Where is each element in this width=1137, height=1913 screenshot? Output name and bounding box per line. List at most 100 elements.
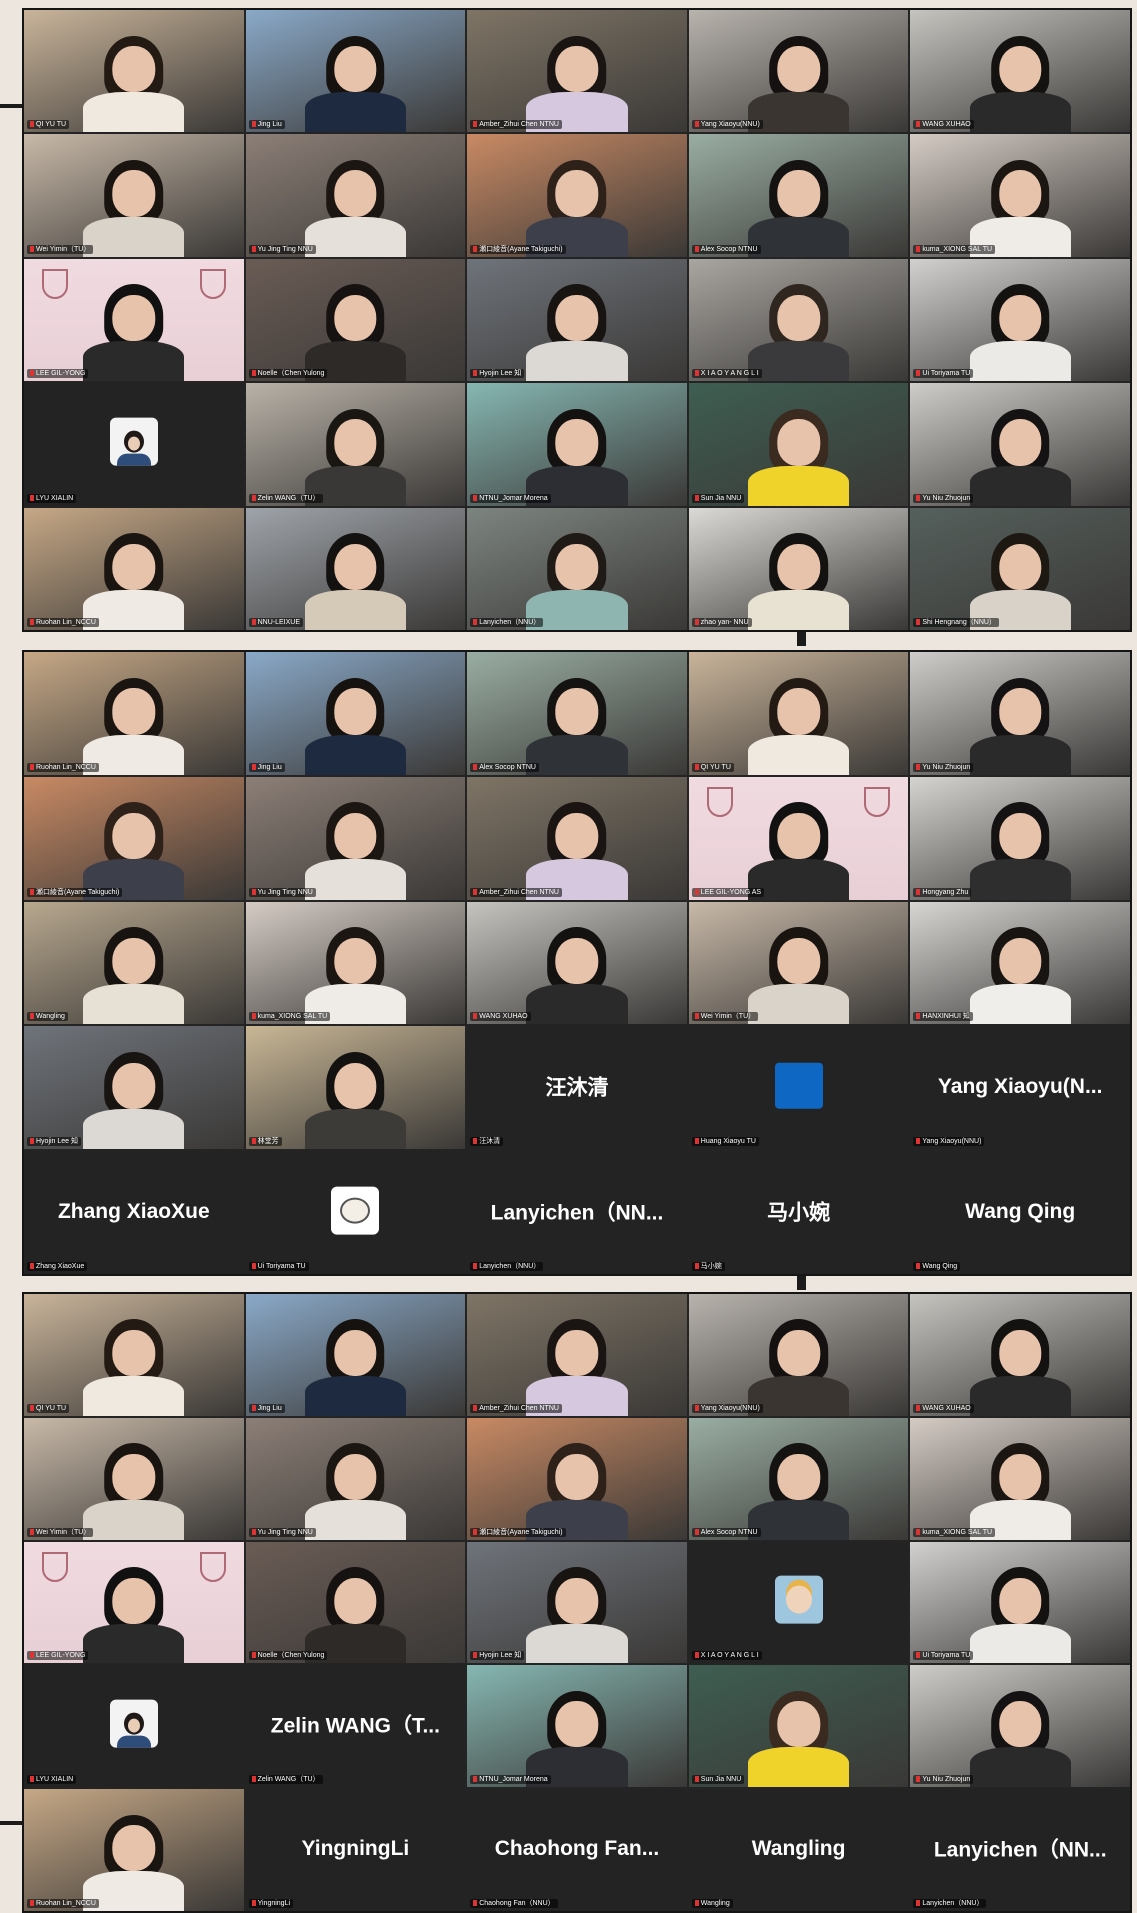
participant-video [304, 669, 406, 775]
participant-tile[interactable]: Noelle（Chen Yulong [245, 258, 466, 382]
participant-tile[interactable]: 瀬口綾音(Ayane Takiguchi) [467, 134, 687, 257]
participant-name-label: LEE GIL-YONG [27, 369, 89, 379]
participant-tile[interactable]: Yu Niu Zhuojun [910, 652, 1130, 775]
participant-tile[interactable]: X I A O Y A N G L I [688, 258, 909, 382]
participant-tile[interactable]: 林堂芳 [245, 1026, 466, 1150]
participant-name-label: Noelle（Chen Yulong [248, 369, 328, 379]
participant-tile[interactable]: kuma_XIONG SAL TU [910, 1417, 1130, 1540]
participant-tile[interactable]: kuma_XIONG SAL TU [910, 134, 1130, 257]
participant-name-label: Yang Xiaoyu(NNU) [691, 120, 763, 130]
participant-tile[interactable]: Wei Yimin（TU） [24, 1417, 244, 1540]
participant-video [304, 919, 406, 1025]
participant-tile[interactable]: 瀬口綾音(Ayane Takiguchi) [24, 776, 244, 900]
participant-name-label: Yu Niu Zhuojun [913, 1775, 974, 1785]
participant-tile[interactable]: Sun Jia NNU [688, 383, 909, 506]
participant-tile[interactable]: Sun Jia NNU [688, 1665, 909, 1788]
participant-tile[interactable]: Yang Xiaoyu(NNU) [688, 1294, 909, 1416]
participant-name-label: kuma_XIONG SAL TU [913, 1527, 996, 1537]
participant-tile[interactable]: Hyojin Lee 知 [467, 1541, 687, 1664]
participant-display-name: Chaohong Fan... [494, 1836, 660, 1860]
participant-tile[interactable]: kuma_XIONG SAL TU [245, 901, 466, 1025]
participant-tile[interactable]: NTNU_Jomar Morena [467, 383, 687, 506]
participant-name-label: Wei Yimin（TU） [27, 244, 94, 254]
participant-video [748, 525, 850, 630]
participant-video [526, 919, 628, 1025]
participant-tile[interactable]: zhao yan- NNU [688, 507, 909, 630]
participant-tile[interactable]: Yu Jing Ting NNU [245, 134, 466, 257]
participant-display-name: Wangling [751, 1836, 846, 1860]
participant-tile[interactable]: WANG XUHAO [910, 1294, 1130, 1416]
participant-name-label: WANG XUHAO [470, 1012, 531, 1022]
participant-tile[interactable]: Alex Socop NTNU [688, 1417, 909, 1540]
participant-tile[interactable]: Yu Jing Ting NNU [245, 776, 466, 900]
participant-tile[interactable]: 汪沐清 汪沐清 [467, 1026, 687, 1150]
participant-video [304, 400, 406, 506]
participant-tile[interactable]: Yang Xiaoyu(NNU) [688, 10, 909, 133]
participant-tile[interactable]: Jing Liu [245, 1294, 466, 1416]
participant-tile[interactable]: WANG XUHAO [467, 901, 687, 1025]
participant-tile[interactable]: NTNU_Jomar Morena [467, 1665, 687, 1788]
participant-tile[interactable]: QI YU TU [24, 1294, 244, 1416]
participant-tile[interactable]: Wei Yimin（TU） [688, 901, 909, 1025]
participant-tile[interactable]: Wei Yimin（TU） [24, 134, 244, 257]
participant-tile[interactable]: HANXINHUI 知 [910, 901, 1130, 1025]
participant-video [526, 669, 628, 775]
participant-video [969, 1311, 1071, 1416]
participant-tile[interactable]: LYU XIALIN [24, 1665, 244, 1788]
participant-tile[interactable]: QI YU TU [688, 652, 909, 775]
participant-tile[interactable]: Ui Toriyama TU [910, 258, 1130, 382]
participant-tile[interactable]: LEE GIL-YONG AS [688, 776, 909, 900]
participant-name-label: Jing Liu [248, 1403, 285, 1413]
participant-tile[interactable]: X I A O Y A N G L I [688, 1541, 909, 1664]
participant-tile[interactable]: Yu Jing Ting NNU [245, 1417, 466, 1540]
participant-tile[interactable]: Shi Hengnang（NNU） [910, 507, 1130, 630]
participant-tile[interactable]: Yang Xiaoyu(N... Yang Xiaoyu(NNU) [910, 1026, 1130, 1150]
participant-tile[interactable]: Jing Liu [245, 10, 466, 133]
participant-name-label: Ruohan Lin_NCCU [27, 618, 99, 627]
participant-tile[interactable]: LYU XIALIN [24, 383, 244, 506]
participant-tile[interactable]: Ui Toriyama TU [910, 1541, 1130, 1664]
crest-icon [706, 786, 733, 817]
participant-tile[interactable]: Alex Socop NTNU [467, 652, 687, 775]
participant-video [83, 794, 185, 900]
participant-tile[interactable]: Ruohan Lin_NCCU [24, 1789, 244, 1911]
participant-tile[interactable]: Lanyichen（NNU） [467, 507, 687, 630]
participant-tile[interactable]: Zhang XiaoXue Zhang XiaoXue [24, 1151, 244, 1274]
participant-tile[interactable]: LEE GIL-YONG [24, 1541, 244, 1664]
participant-display-name: 汪沐清 [545, 1076, 609, 1100]
participant-tile[interactable]: Yu Niu Zhuojun [910, 383, 1130, 506]
participant-video [83, 1806, 185, 1911]
participant-video [304, 27, 406, 133]
participant-tile[interactable]: Amber_Zihui Chen NTNU [467, 10, 687, 133]
participant-tile[interactable]: WANG XUHAO [910, 10, 1130, 133]
participant-tile[interactable]: Wang Qing Wang Qing [910, 1151, 1130, 1274]
participant-tile[interactable]: Wangling Wangling [688, 1789, 909, 1911]
participant-tile[interactable]: Lanyichen（NN... Lanyichen（NNU） [467, 1151, 687, 1274]
participant-tile[interactable]: QI YU TU [24, 10, 244, 133]
participant-tile[interactable]: Yu Niu Zhuojun [910, 1665, 1130, 1788]
participant-tile[interactable]: 马小婉 马小婉 [688, 1151, 909, 1274]
participant-tile[interactable]: Amber_Zihui Chen NTNU [467, 1294, 687, 1416]
participant-tile[interactable]: YingningLi YingningLi [245, 1789, 466, 1911]
participant-tile[interactable]: Wangling [24, 901, 244, 1025]
participant-tile[interactable]: Alex Socop NTNU [688, 134, 909, 257]
participant-tile[interactable]: Amber_Zihui Chen NTNU [467, 776, 687, 900]
participant-tile[interactable]: Lanyichen（NN... Lanyichen（NNU） [910, 1789, 1130, 1911]
participant-tile[interactable]: Zelin WANG（TU） [245, 383, 466, 506]
participant-tile[interactable]: Noelle（Chen Yulong [245, 1541, 466, 1664]
participant-tile[interactable]: Hyojin Lee 知 [24, 1026, 244, 1150]
participant-tile[interactable]: Chaohong Fan... Chaohong Fan（NNU） [467, 1789, 687, 1911]
participant-tile[interactable]: Hyojin Lee 知 [467, 258, 687, 382]
participant-tile[interactable]: LEE GIL-YONG [24, 258, 244, 382]
participant-tile[interactable]: Ruohan Lin_NCCU [24, 507, 244, 630]
participant-tile[interactable]: Jing Liu [245, 652, 466, 775]
participant-video [83, 152, 185, 257]
participant-tile[interactable]: Zelin WANG（T... Zelin WANG（TU） [245, 1665, 466, 1788]
participant-tile[interactable]: Huang Xiaoyu TU [688, 1026, 909, 1150]
participant-tile[interactable]: Hongyang Zhu [910, 776, 1130, 900]
participant-tile[interactable]: 瀬口綾音(Ayane Takiguchi) [467, 1417, 687, 1540]
participant-tile[interactable]: Ui Toriyama TU [245, 1151, 466, 1274]
participant-tile[interactable]: NNU-LEIXUE [245, 507, 466, 630]
participant-tile[interactable]: Ruohan Lin_NCCU [24, 652, 244, 775]
participant-name-label: Zelin WANG（TU） [248, 493, 323, 503]
